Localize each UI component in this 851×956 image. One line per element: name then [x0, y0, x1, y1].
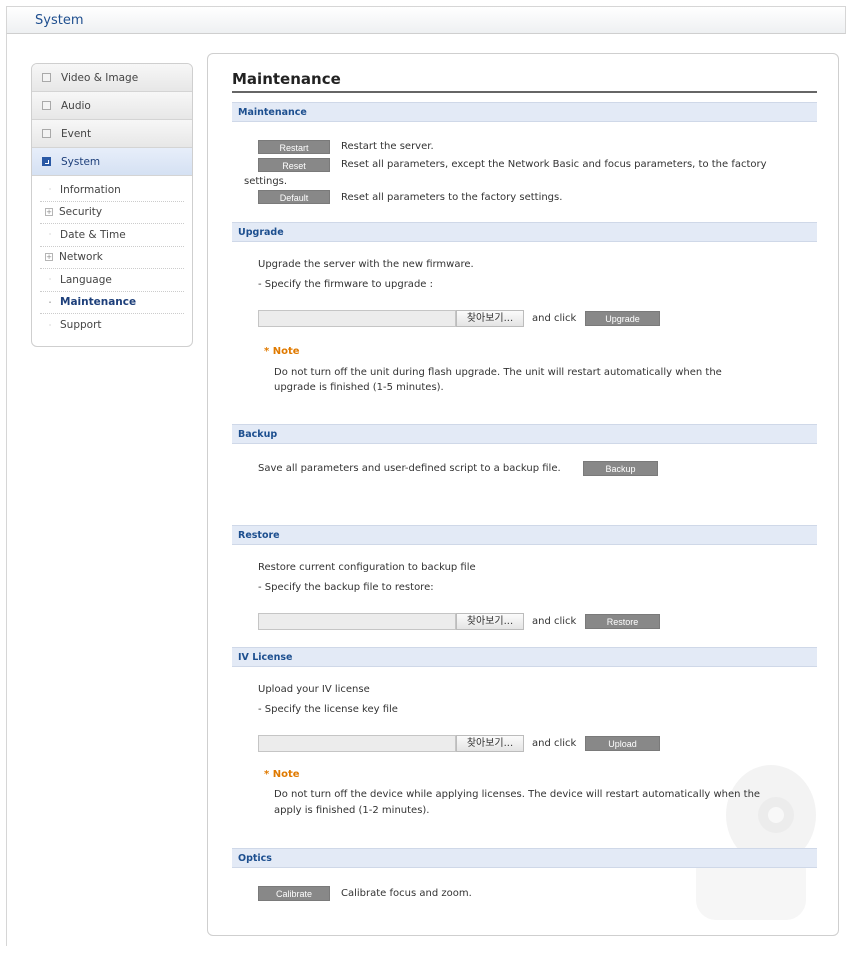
- bullet-icon: ·: [48, 230, 52, 240]
- restore-browse-button[interactable]: 찾아보기...: [456, 613, 524, 630]
- bullet-icon: ·: [48, 297, 52, 307]
- iv-license-text: Upload your IV license: [258, 684, 370, 695]
- collapse-icon: [42, 157, 51, 166]
- bullet-icon: ·: [48, 320, 52, 330]
- section-restore-header: Restore: [232, 525, 817, 545]
- backup-button[interactable]: Backup: [583, 461, 658, 476]
- main-panel: Maintenance Maintenance Restart Restart …: [207, 53, 839, 936]
- firmware-browse-button[interactable]: 찾아보기...: [456, 310, 524, 327]
- sidebar-item-label: Information: [60, 183, 121, 196]
- license-note-title: * Note: [264, 769, 300, 780]
- iv-license-instruction: - Specify the license key file: [258, 704, 398, 715]
- restart-description: Restart the server.: [341, 141, 434, 152]
- upgrade-note-line1: Do not turn off the unit during flash up…: [274, 367, 722, 378]
- upgrade-note-title: * Note: [264, 346, 300, 357]
- upgrade-button[interactable]: Upgrade: [585, 311, 660, 326]
- license-file-input[interactable]: [258, 735, 456, 752]
- restore-instruction: - Specify the backup file to restore:: [258, 582, 434, 593]
- sidebar-submenu: · Information + Security · Date & Time +…: [32, 176, 192, 337]
- upgrade-text: Upgrade the server with the new firmware…: [258, 259, 474, 270]
- restore-button[interactable]: Restore: [585, 614, 660, 629]
- sidebar-item-date-time[interactable]: · Date & Time: [40, 224, 184, 247]
- bullet-icon: ·: [48, 275, 52, 285]
- section-maintenance-header: Maintenance: [232, 102, 817, 122]
- section-iv-license-header: IV License: [232, 647, 817, 667]
- sidebar-item-video-image[interactable]: Video & Image: [32, 64, 192, 92]
- sidebar-item-audio[interactable]: Audio: [32, 92, 192, 120]
- section-upgrade-header: Upgrade: [232, 222, 817, 242]
- header-title: System: [35, 13, 84, 28]
- upgrade-note-line2: upgrade is finished (1-5 minutes).: [274, 382, 444, 393]
- sidebar-item-language[interactable]: · Language: [40, 269, 184, 292]
- sidebar-item-label: Support: [60, 319, 102, 332]
- sidebar-item-label: Network: [59, 251, 103, 264]
- sidebar-item-system[interactable]: System: [32, 148, 192, 176]
- sidebar-item-maintenance[interactable]: · Maintenance: [40, 292, 184, 314]
- default-button[interactable]: Default: [258, 190, 330, 204]
- backup-description: Save all parameters and user-defined scr…: [258, 463, 561, 474]
- sidebar-item-event[interactable]: Event: [32, 120, 192, 148]
- top-header: System: [6, 6, 846, 34]
- restore-file-input[interactable]: [258, 613, 456, 630]
- license-browse-button[interactable]: 찾아보기...: [456, 735, 524, 752]
- sidebar-item-support[interactable]: · Support: [40, 314, 184, 337]
- sidebar-item-network[interactable]: + Network: [40, 247, 184, 269]
- sidebar-item-label: Event: [61, 127, 92, 140]
- upload-button[interactable]: Upload: [585, 736, 660, 751]
- sidebar-item-information[interactable]: · Information: [40, 179, 184, 202]
- plus-icon: +: [45, 208, 53, 217]
- sidebar-item-label: Audio: [61, 99, 91, 112]
- calibrate-description: Calibrate focus and zoom.: [341, 888, 472, 899]
- sidebar-item-security[interactable]: + Security: [40, 202, 184, 224]
- sidebar-item-label: Video & Image: [61, 71, 139, 84]
- section-optics-header: Optics: [232, 848, 817, 868]
- title-divider: [232, 91, 817, 93]
- and-click-label: and click: [532, 313, 577, 324]
- sidebar-item-label: Language: [60, 273, 112, 286]
- upgrade-instruction: - Specify the firmware to upgrade :: [258, 279, 433, 290]
- firmware-file-input[interactable]: [258, 310, 456, 327]
- plus-icon: +: [45, 253, 53, 262]
- camera-watermark-icon: [696, 765, 816, 920]
- sidebar-item-label: System: [61, 155, 101, 168]
- calibrate-button[interactable]: Calibrate: [258, 886, 330, 901]
- reset-button[interactable]: Reset: [258, 158, 330, 172]
- frame-border: [6, 34, 7, 946]
- sidebar: Video & Image Audio Event System · Infor…: [31, 63, 193, 347]
- sidebar-item-label: Date & Time: [60, 228, 126, 241]
- section-backup-header: Backup: [232, 424, 817, 444]
- bullet-icon: ·: [48, 185, 52, 195]
- license-note-line2: apply is finished (1-2 minutes).: [274, 805, 430, 816]
- expand-icon: [42, 129, 51, 138]
- reset-description: Reset all parameters, except the Network…: [341, 159, 767, 170]
- default-description: Reset all parameters to the factory sett…: [341, 192, 563, 203]
- and-click-label: and click: [532, 738, 577, 749]
- sidebar-item-label: Maintenance: [60, 296, 137, 309]
- expand-icon: [42, 73, 51, 82]
- license-note-line1: Do not turn off the device while applyin…: [274, 789, 761, 800]
- restore-text: Restore current configuration to backup …: [258, 562, 476, 573]
- expand-icon: [42, 101, 51, 110]
- and-click-label: and click: [532, 616, 577, 627]
- sidebar-item-label: Security: [59, 206, 103, 219]
- page-title: Maintenance: [232, 70, 341, 88]
- reset-description-cont: settings.: [244, 176, 288, 187]
- restart-button[interactable]: Restart: [258, 140, 330, 154]
